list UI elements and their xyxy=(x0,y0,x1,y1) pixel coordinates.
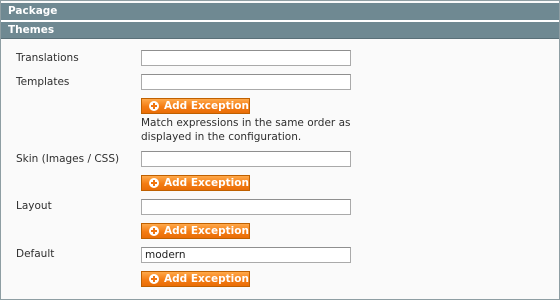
add-exception-button-skin[interactable]: Add Exception xyxy=(141,175,250,191)
templates-input[interactable] xyxy=(141,74,351,90)
add-exception-button-templates[interactable]: Add Exception xyxy=(141,98,250,114)
add-exception-button-default[interactable]: Add Exception xyxy=(141,271,250,287)
add-exception-label: Add Exception xyxy=(164,177,249,189)
add-exception-label: Add Exception xyxy=(164,100,249,112)
plus-circle-icon xyxy=(149,274,159,284)
section-header-themes[interactable]: Themes xyxy=(1,22,559,39)
config-panel: Package Themes Translations Templates Ad… xyxy=(0,0,560,300)
layout-label: Layout xyxy=(16,200,52,212)
default-label: Default xyxy=(16,248,55,260)
add-exception-label: Add Exception xyxy=(164,273,249,285)
translations-input[interactable] xyxy=(141,50,351,66)
skin-input[interactable] xyxy=(141,151,351,167)
default-input[interactable] xyxy=(141,247,351,263)
plus-circle-icon xyxy=(149,101,159,111)
plus-circle-icon xyxy=(149,178,159,188)
translations-label: Translations xyxy=(16,52,79,64)
add-exception-label: Add Exception xyxy=(164,225,249,237)
templates-label: Templates xyxy=(16,76,70,88)
skin-label: Skin (Images / CSS) xyxy=(16,153,120,165)
layout-input[interactable] xyxy=(141,199,351,215)
templates-note: Match expressions in the same order as d… xyxy=(141,117,351,143)
section-header-package[interactable]: Package xyxy=(1,3,559,20)
add-exception-button-layout[interactable]: Add Exception xyxy=(141,223,250,239)
plus-circle-icon xyxy=(149,226,159,236)
